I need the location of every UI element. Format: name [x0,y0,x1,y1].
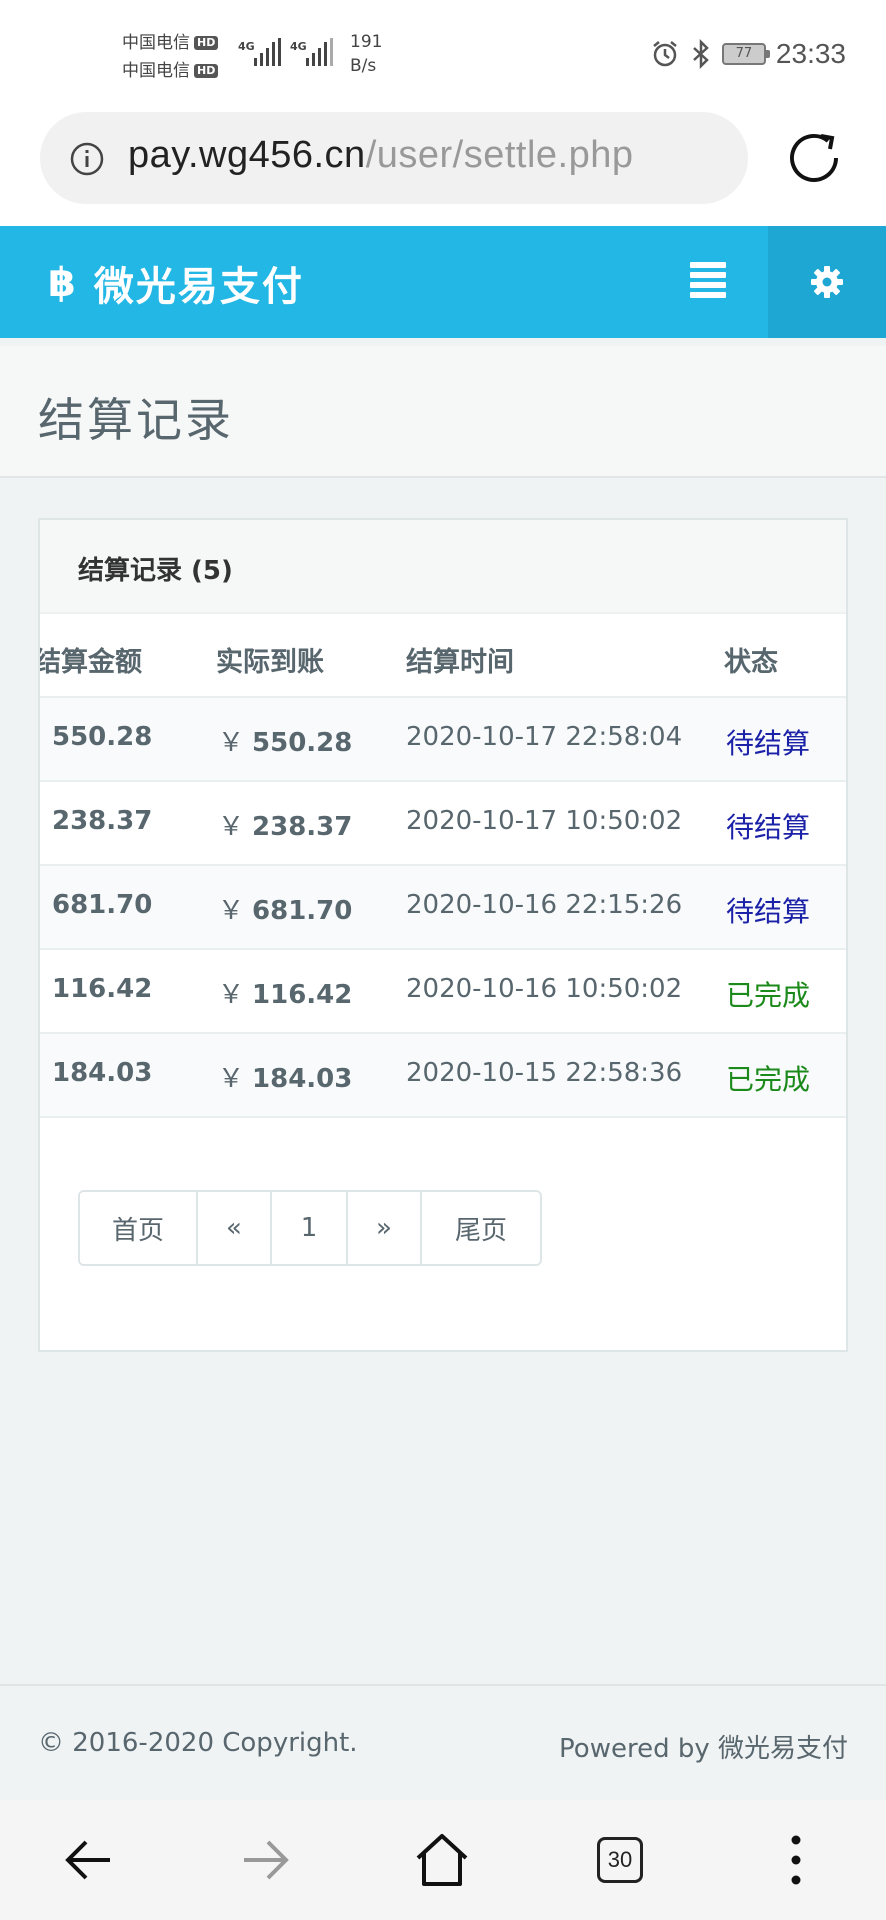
table-row: 184.03 ￥ 184.03 2020-10-15 22:58:36 已完成 [40,1034,846,1118]
col-time: 结算时间 [406,647,514,678]
status-bar: 中国电信 HD 中国电信 HD 4G 4G 191 B/s 77 23:33 [0,0,886,108]
table-row: 550.28 ￥ 550.28 2020-10-17 22:58:04 待结算 [40,698,846,782]
col-real: 实际到账 [216,647,324,678]
arrow-left-icon [65,1840,110,1880]
cell-real: ￥ 116.42 [218,974,352,1011]
page-first-button[interactable]: 首页 [80,1192,198,1264]
gear-icon [811,266,843,298]
real-amount: 550.28 [252,728,353,758]
cell-real: ￥ 184.03 [218,1058,352,1095]
clock: 23:33 [775,38,846,69]
cell-time: 2020-10-17 10:50:02 [406,806,683,836]
cell-amount: 184.03 [52,1058,153,1088]
carrier-1: 中国电信 HD [122,28,219,53]
real-amount: 238.37 [252,812,353,842]
forward-button[interactable] [236,1830,296,1890]
cell-amount: 116.42 [52,974,153,1004]
app-header: ฿ 微光易支付 [0,226,886,338]
cell-real: ￥ 238.37 [218,806,352,843]
powered-by: Powered by 微光易支付 [559,1734,848,1764]
real-amount: 116.42 [252,980,353,1010]
currency-symbol: ￥ [218,728,245,758]
col-status: 状态 [724,647,778,678]
tabs-count: 30 [597,1837,643,1883]
cell-status: 已完成 [726,979,811,1012]
real-amount: 681.70 [252,896,353,926]
settle-panel: 结算记录 (5) 结算金额 实际到账 结算时间 状态 550.28 ￥ 550.28… [38,518,848,1352]
tabs-button[interactable]: 30 [590,1830,650,1890]
real-amount: 184.03 [252,1064,353,1094]
page-number-button[interactable]: 1 [272,1192,348,1264]
url-text[interactable]: pay.wg456.cn/user/settle.php [128,134,634,177]
svg-text:4G: 4G [290,40,307,53]
brand-name: 微光易支付 [93,264,304,310]
battery-indicator: 77 [721,43,770,65]
cell-status: 已完成 [726,1063,811,1096]
carrier-2: 中国电信 HD [122,56,219,81]
page-prev-button[interactable]: « [198,1192,272,1264]
info-icon[interactable] [70,142,104,176]
more-menu-button[interactable] [766,1830,826,1890]
currency-symbol: ￥ [218,1064,245,1094]
cell-time: 2020-10-16 22:15:26 [406,890,683,920]
more-vertical-icon [791,1835,801,1885]
reload-icon[interactable] [786,128,846,188]
table-row: 116.42 ￥ 116.42 2020-10-16 10:50:02 已完成 [40,950,846,1034]
cell-amount: 238.37 [52,806,153,836]
cell-time: 2020-10-15 22:58:36 [406,1058,683,1088]
signal-4g-icon-2: 4G [290,38,333,66]
cell-status: 待结算 [726,895,811,928]
cell-status: 待结算 [726,811,811,844]
panel-title: 结算记录 (5) [78,556,233,586]
menu-icon[interactable] [690,262,732,302]
address-bar[interactable]: pay.wg456.cn/user/settle.php [40,112,748,204]
signal-4g-icon: 4G [238,38,281,66]
cell-status: 待结算 [726,727,811,760]
cell-real: ￥ 681.70 [218,890,352,927]
currency-symbol: ￥ [218,812,245,842]
page-last-button[interactable]: 尾页 [422,1192,540,1264]
table-header: 结算金额 实际到账 结算时间 状态 [38,614,846,698]
panel-heading: 结算记录 (5) [40,520,846,614]
page-title: 结算记录 [38,393,234,447]
arrow-right-icon [244,1840,289,1880]
currency-symbol: ￥ [218,896,245,926]
footer: © 2016-2020 Copyright. Powered by 微光易支付 [0,1684,886,1800]
pagination: 首页 « 1 » 尾页 [78,1190,542,1266]
col-amount: 结算金额 [38,647,142,678]
home-icon [416,1834,468,1886]
currency-symbol: ￥ [218,980,245,1010]
cell-amount: 550.28 [52,722,153,752]
home-button[interactable] [412,1830,472,1890]
table-row: 681.70 ￥ 681.70 2020-10-16 22:15:26 待结算 [40,866,846,950]
table-row: 238.37 ￥ 238.37 2020-10-17 10:50:02 待结算 [40,782,846,866]
svg-text:4G: 4G [238,40,255,53]
cell-real: ￥ 550.28 [218,722,352,759]
net-speed: 191 B/s [350,32,383,76]
back-button[interactable] [58,1830,118,1890]
copyright: © 2016-2020 Copyright. [38,1728,358,1758]
bitcoin-icon: ฿ [48,260,76,306]
bluetooth-icon [693,39,709,69]
browser-nav-bar: 30 [0,1800,886,1920]
alarm-icon [653,41,677,67]
table-body: 550.28 ￥ 550.28 2020-10-17 22:58:04 待结算 238.3… [40,698,846,1118]
cell-time: 2020-10-17 22:58:04 [406,722,683,752]
settings-button[interactable] [768,226,886,338]
status-right: 77 23:33 [650,36,846,72]
cell-time: 2020-10-16 10:50:02 [406,974,683,1004]
cell-amount: 681.70 [52,890,153,920]
brand[interactable]: ฿ 微光易支付 [48,254,304,312]
page-next-button[interactable]: » [348,1192,422,1264]
